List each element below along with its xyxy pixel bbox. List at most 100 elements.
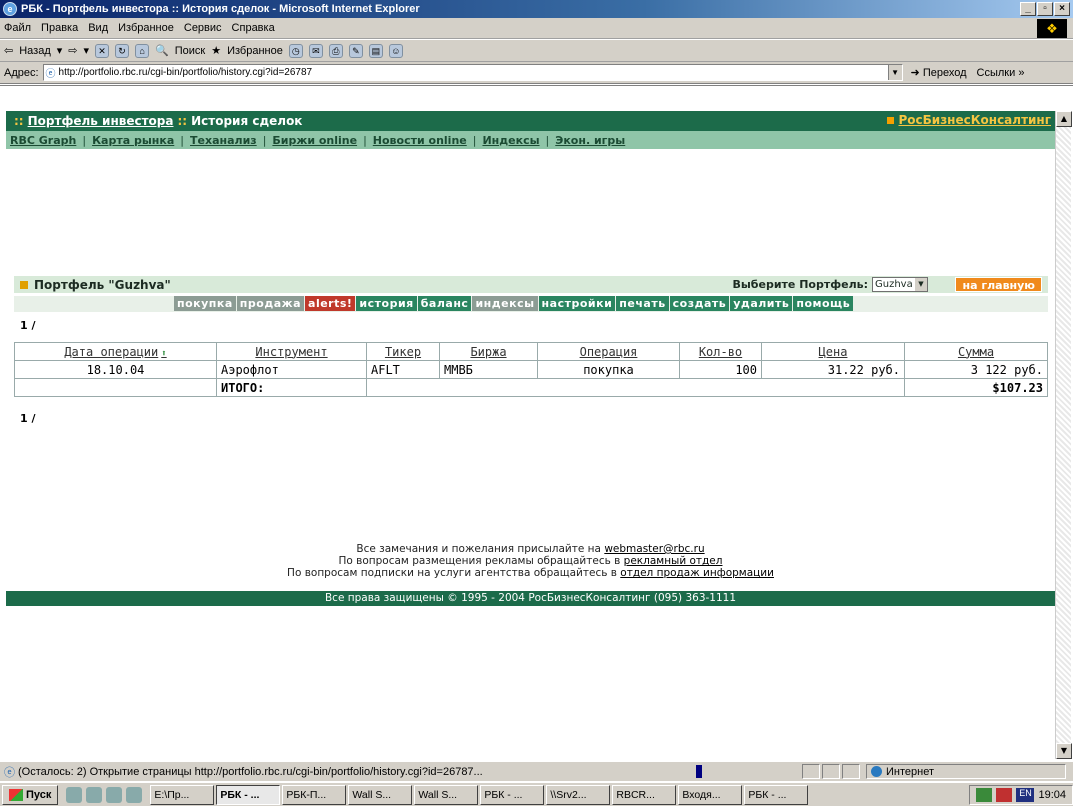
clock: 19:04: [1038, 788, 1066, 801]
stop-icon[interactable]: ✕: [95, 43, 110, 58]
address-dropdown-icon[interactable]: ▼: [887, 65, 902, 80]
messenger-icon[interactable]: ☺: [388, 43, 403, 58]
col-ticker[interactable]: Тикер: [366, 342, 440, 361]
favorites-icon[interactable]: ★: [211, 44, 221, 57]
taskbar-item[interactable]: РБК - ...: [744, 784, 809, 805]
tab-7[interactable]: печать: [616, 296, 669, 311]
search-icon[interactable]: 🔍: [155, 44, 169, 57]
tab-4[interactable]: баланс: [417, 296, 472, 311]
status-cell: [802, 764, 820, 779]
sort-arrow-icon[interactable]: ⬆: [161, 349, 166, 359]
menu-tools[interactable]: Сервис: [184, 22, 222, 34]
search-button[interactable]: Поиск: [175, 45, 205, 57]
rbc-link[interactable]: РосБизнесКонсалтинг: [899, 113, 1052, 127]
tray-icon[interactable]: [996, 787, 1013, 802]
quicklaunch-icon[interactable]: [126, 786, 143, 803]
favorites-button[interactable]: Избранное: [227, 45, 283, 57]
tab-9[interactable]: удалить: [730, 296, 793, 311]
quicklaunch-icon[interactable]: [106, 786, 123, 803]
quicklaunch-icon[interactable]: [66, 786, 83, 803]
col-sum[interactable]: Сумма: [904, 342, 1048, 361]
menu-view[interactable]: Вид: [88, 22, 108, 34]
scroll-down-icon[interactable]: ▼: [1056, 743, 1072, 759]
page-scrollbar[interactable]: ▲ ▼: [1055, 111, 1072, 759]
ads-link[interactable]: рекламный отдел: [624, 555, 723, 567]
menu-edit[interactable]: Правка: [41, 22, 78, 34]
taskbar-item[interactable]: E:\Пр...: [150, 784, 215, 805]
taskbar-item[interactable]: Входя...: [678, 784, 743, 805]
sales-link[interactable]: отдел продаж информации: [620, 567, 774, 579]
menu-file[interactable]: Файл: [4, 22, 31, 34]
language-indicator[interactable]: EN: [1016, 787, 1035, 802]
site-header: :: Портфель инвестора :: История сделок …: [6, 111, 1055, 131]
orange-square-icon: [886, 116, 894, 124]
taskbar-item[interactable]: РБК - ...: [216, 784, 281, 805]
quicklaunch-icon[interactable]: [86, 786, 103, 803]
portfolio-link[interactable]: Портфель инвестора: [28, 114, 174, 128]
col-date[interactable]: Дата операции ⬆: [14, 342, 217, 361]
select-dropdown-icon[interactable]: ▼: [915, 278, 927, 291]
mail-icon[interactable]: ✉: [308, 43, 323, 58]
minimize-button[interactable]: _: [1020, 2, 1036, 16]
forward-dropdown-icon[interactable]: ▾: [84, 44, 90, 57]
col-exchange[interactable]: Биржа: [439, 342, 538, 361]
back-icon[interactable]: ⇦: [4, 44, 13, 57]
webmaster-link[interactable]: webmaster@rbc.ru: [604, 543, 704, 555]
maximize-button[interactable]: ▫: [1037, 2, 1053, 16]
col-quantity[interactable]: Кол-во: [679, 342, 762, 361]
close-button[interactable]: ×: [1054, 2, 1070, 16]
nav-market-map[interactable]: Карта рынка: [92, 134, 174, 147]
home-button[interactable]: на главную: [955, 277, 1042, 292]
taskbar-item[interactable]: Wall S...: [414, 784, 479, 805]
nav-exchanges-online[interactable]: Биржи online: [272, 134, 357, 147]
windows-logo-icon: ❖: [1037, 19, 1067, 38]
forward-icon[interactable]: ⇨: [68, 44, 77, 57]
nav-indexes[interactable]: Индексы: [482, 134, 539, 147]
tab-6[interactable]: настройки: [538, 296, 616, 311]
portfolio-square-icon: [20, 280, 28, 289]
nav-tech-analysis[interactable]: Теханализ: [190, 134, 257, 147]
discuss-icon[interactable]: ▤: [368, 43, 383, 58]
cell-ticker: AFLT: [366, 360, 440, 379]
refresh-icon[interactable]: ↻: [115, 43, 130, 58]
back-dropdown-icon[interactable]: ▾: [57, 44, 63, 57]
taskbar-item[interactable]: \\Srv2...: [546, 784, 611, 805]
links-button[interactable]: Ссылки »: [977, 67, 1025, 79]
taskbar-item[interactable]: Wall S...: [348, 784, 413, 805]
address-input[interactable]: ⓔ http://portfolio.rbc.ru/cgi-bin/portfo…: [42, 64, 903, 81]
start-button[interactable]: Пуск: [2, 784, 59, 805]
cell-instrument: Аэрофлот: [216, 360, 367, 379]
cell-sum: 3 122 руб.: [904, 360, 1048, 379]
tab-5[interactable]: индексы: [472, 296, 538, 311]
col-instrument[interactable]: Инструмент: [216, 342, 367, 361]
back-button[interactable]: Назад: [19, 45, 51, 57]
tab-0[interactable]: покупка: [174, 296, 236, 311]
footer-line-1: Все замечания и пожелания присылайте на …: [356, 543, 705, 555]
print-icon[interactable]: ⎙: [328, 43, 343, 58]
go-button[interactable]: ➜ Переход: [911, 66, 967, 79]
history-icon[interactable]: ◷: [288, 43, 303, 58]
tab-1[interactable]: продажа: [236, 296, 305, 311]
taskbar-item[interactable]: РБК - ...: [480, 784, 545, 805]
tray-icon[interactable]: [976, 787, 993, 802]
menu-favorites[interactable]: Избранное: [118, 22, 174, 34]
tab-2[interactable]: alerts!: [305, 296, 356, 311]
col-operation[interactable]: Операция: [537, 342, 680, 361]
tab-8[interactable]: создать: [669, 296, 730, 311]
pager-bottom: 1 /: [20, 412, 36, 425]
nav-econ-games[interactable]: Экон. игры: [555, 134, 625, 147]
taskbar-item[interactable]: RBCR...: [612, 784, 677, 805]
edit-icon[interactable]: ✎: [348, 43, 363, 58]
menu-help[interactable]: Справка: [232, 22, 275, 34]
taskbar-item[interactable]: РБК-П...: [282, 784, 347, 805]
nav-rbc-graph[interactable]: RBC Graph: [10, 134, 76, 147]
scroll-up-icon[interactable]: ▲: [1056, 111, 1072, 127]
nav-news-online[interactable]: Новости online: [373, 134, 467, 147]
col-price[interactable]: Цена: [761, 342, 905, 361]
tab-10[interactable]: помощь: [793, 296, 854, 311]
window-titlebar: e РБК - Портфель инвестора :: История сд…: [0, 0, 1073, 18]
home-icon[interactable]: ⌂: [135, 43, 150, 58]
header-separator: ::: [177, 114, 188, 128]
tab-3[interactable]: история: [356, 296, 417, 311]
portfolio-select[interactable]: Guzhva ▼: [872, 277, 928, 292]
